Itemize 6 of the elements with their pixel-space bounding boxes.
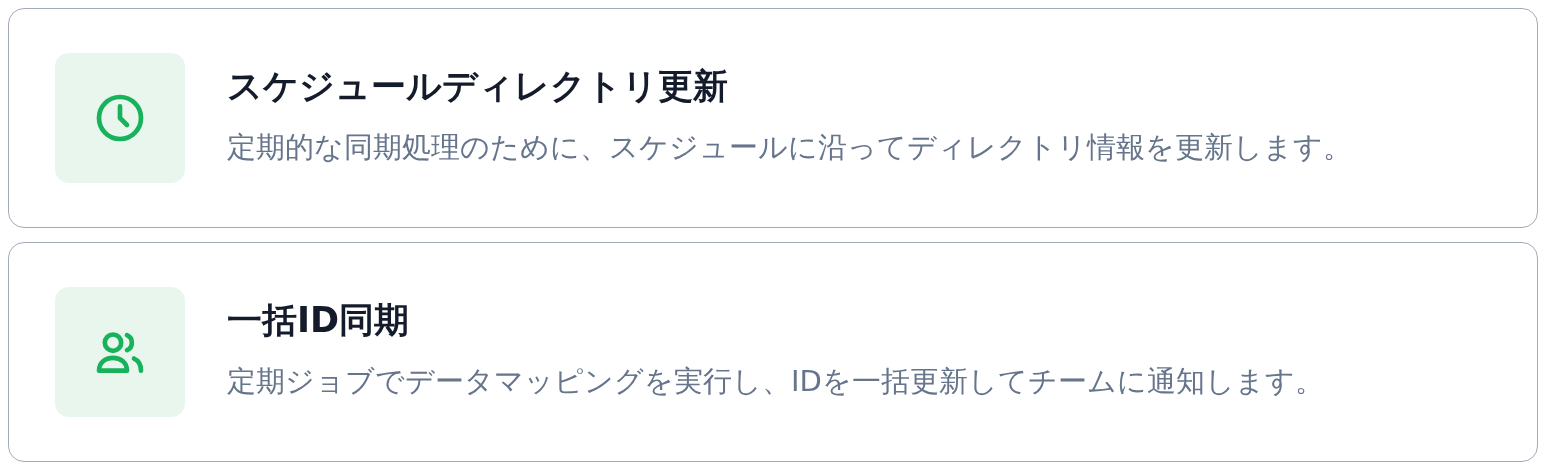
card-description: 定期的な同期処理のために、スケジュールに沿ってディレクトリ情報を更新します。 — [227, 128, 1352, 166]
option-card[interactable]: スケジュールディレクトリ更新 定期的な同期処理のために、スケジュールに沿ってディレクトリ情報を更新します。 — [8, 8, 1538, 228]
option-card[interactable]: 一括ID同期 定期ジョブでデータマッピングを実行し、IDを一括更新してチームに通知します。 — [8, 242, 1538, 462]
card-title: 一括ID同期 — [227, 298, 411, 342]
card-description: 定期ジョブでデータマッピングを実行し、IDを一括更新してチームに通知します。 — [227, 362, 1324, 400]
card-title: スケジュールディレクトリ更新 — [227, 64, 729, 108]
